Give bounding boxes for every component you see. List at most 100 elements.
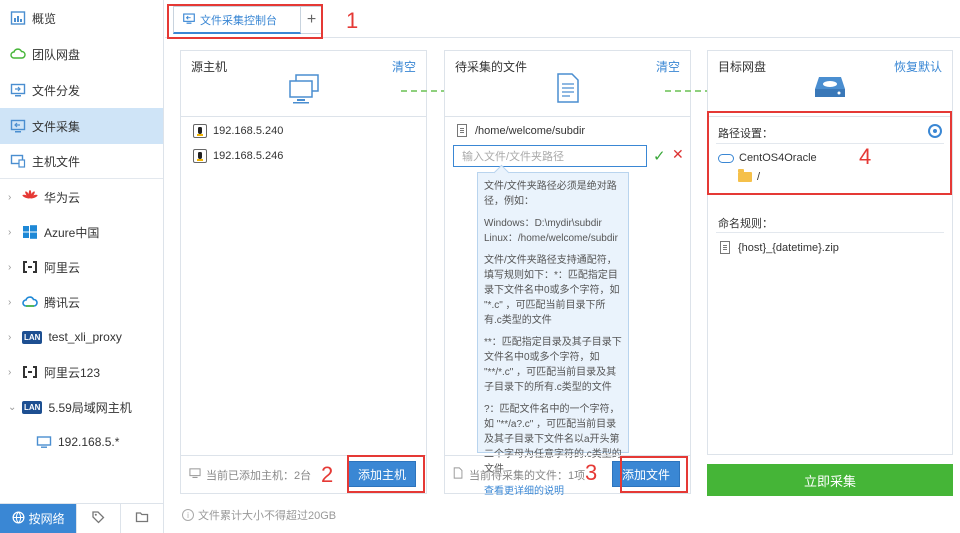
confirm-check-icon[interactable]: ✓ [653, 147, 666, 165]
tab-by-tag[interactable] [77, 504, 121, 533]
panel-title: 目标网盘 [718, 60, 767, 74]
chevron-right-icon: › [8, 226, 12, 238]
annotation-box-2 [347, 455, 425, 493]
clear-files-link[interactable]: 清空 [656, 58, 680, 75]
chevron-right-icon: › [8, 261, 12, 273]
host-ip: 192.168.5.240 [213, 125, 284, 137]
size-limit-note: i 文件累计大小不得超过20GB [182, 507, 336, 523]
chevron-right-icon: › [8, 366, 12, 378]
sidebar-item-host-group[interactable]: 192.168.5.* [0, 424, 163, 460]
sidebar-item-distribute[interactable]: 文件分发 [0, 72, 163, 108]
multi-monitor-icon [287, 73, 321, 108]
annotation-box-3 [620, 456, 688, 493]
host-row[interactable]: 192.168.5.240 [193, 124, 283, 138]
sidebar-item-label: test_xli_proxy [48, 330, 122, 344]
file-count-text: 当前待采集的文件：1项 [469, 469, 586, 482]
hard-drive-icon [814, 73, 846, 102]
panel-title: 待采集的文件 [455, 60, 528, 74]
help-text: **：匹配指定目录及其子目录下文件名中0或多个字符，如 "**/*.c" ，可匹… [484, 337, 622, 393]
tab-by-network[interactable]: 按网络 [0, 504, 78, 533]
tab-by-folder[interactable] [121, 504, 163, 533]
chevron-right-icon: › [8, 191, 12, 203]
host-files-icon [10, 153, 26, 169]
folder-icon [135, 510, 149, 527]
divider [716, 232, 944, 233]
lan-icon: LAN [22, 330, 43, 344]
help-text: 文件/文件夹路径必须是绝对路径，例如： [484, 181, 617, 207]
naming-rule-row[interactable]: {host}_{datetime}.zip [720, 241, 839, 254]
sidebar-item-aliyun[interactable]: › 阿里云 [0, 249, 163, 285]
annotation-label-1: 1 [346, 8, 359, 33]
monitor-icon [189, 467, 201, 482]
aliyun-icon [22, 259, 38, 275]
document-icon [556, 73, 580, 106]
sidebar-item-label: 腾讯云 [44, 295, 81, 310]
sidebar-item-label: 概览 [32, 11, 57, 26]
source-host-panel: 源主机 清空 192.168.5.240 192.168.5.246 当前已添加… [180, 50, 427, 494]
naming-rule-label: 命名规则： [718, 218, 773, 230]
files-panel: 待采集的文件 清空 /home/welcome/subdir 输入文件/文件夹路… [444, 50, 691, 497]
panel-title: 源主机 [191, 60, 228, 74]
panel-header: 待采集的文件 清空 [445, 51, 690, 117]
sidebar-item-collect[interactable]: 文件采集 [0, 108, 163, 144]
host-row[interactable]: 192.168.5.246 [193, 149, 283, 163]
sidebar-item-label: 5.59局域网主机 [48, 400, 132, 415]
sidebar-item-label: 阿里云 [44, 260, 81, 275]
tag-icon [91, 510, 105, 527]
chart-icon [10, 10, 26, 26]
cloud-drive-icon [10, 46, 26, 62]
help-text: Windows：D:\mydir\subdir Linux：/home/welc… [484, 218, 618, 244]
sidebar-item-label: 文件分发 [32, 83, 81, 98]
sidebar-item-azure[interactable]: › Azure中国 [0, 214, 163, 250]
sidebar-item-label: 阿里云123 [44, 365, 101, 380]
sidebar-item-label: 文件采集 [32, 119, 81, 134]
naming-rule-value: {host}_{datetime}.zip [738, 241, 839, 254]
sidebar-item-label: Azure中国 [44, 225, 100, 240]
path-help-tooltip: 文件/文件夹路径必须是绝对路径，例如： Windows：D:\mydir\sub… [477, 172, 629, 497]
annotation-label-3: 3 [585, 460, 598, 485]
collect-icon [10, 118, 26, 134]
globe-icon [12, 511, 25, 527]
monitor-icon [36, 434, 52, 450]
lan-icon: LAN [22, 400, 43, 414]
sidebar-item-huawei[interactable]: › 华为云 [0, 179, 163, 215]
restore-default-link[interactable]: 恢复默认 [894, 58, 942, 75]
host-ip: 192.168.5.246 [213, 150, 284, 162]
linux-icon [193, 124, 207, 138]
info-icon: i [182, 509, 194, 521]
sidebar-item-team-drive[interactable]: 团队网盘 [0, 36, 163, 72]
file-path-input[interactable]: 输入文件/文件夹路径 [453, 145, 647, 167]
sidebar-bottom-tabs: 按网络 [0, 503, 163, 533]
chevron-right-icon: › [8, 331, 12, 343]
panel-header: 源主机 清空 [181, 51, 426, 117]
file-row[interactable]: /home/welcome/subdir [457, 124, 585, 137]
sidebar-item-aliyun123[interactable]: › 阿里云123 [0, 354, 163, 390]
windows-icon [22, 224, 38, 240]
distribute-icon [10, 82, 26, 98]
linux-icon [193, 149, 207, 163]
host-count-text: 当前已添加主机：2台 [206, 469, 312, 482]
sidebar-item-label: 192.168.5.* [58, 435, 120, 449]
file-path: /home/welcome/subdir [475, 124, 586, 137]
tab-label: 按网络 [28, 512, 65, 526]
panel-header: 目标网盘 恢复默认 [708, 51, 952, 117]
help-text: 文件/文件夹路径支持通配符，填写规则如下：*：匹配指定目录下文件名中0或多个字符… [484, 255, 620, 326]
sidebar-item-tencent[interactable]: › 腾讯云 [0, 284, 163, 320]
sidebar-item-lan-559[interactable]: ⌄ LAN 5.59局域网主机 [0, 389, 163, 425]
chevron-down-icon: ⌄ [8, 401, 17, 413]
sidebar-item-label: 团队网盘 [32, 47, 81, 62]
annotation-label-2: 2 [321, 462, 334, 487]
file-icon [457, 124, 467, 137]
annotation-box-4 [707, 111, 952, 195]
file-add-icon [453, 467, 464, 482]
sidebar-item-test-proxy[interactable]: › LAN test_xli_proxy [0, 319, 163, 355]
sidebar-item-label: 主机文件 [32, 154, 81, 169]
sidebar-item-host-files[interactable]: 主机文件 [0, 143, 163, 179]
app-root: 概览 团队网盘 文件分发 文件采集 主机文件 › 华为云 › Azure中国 ›… [0, 0, 960, 533]
sidebar: 概览 团队网盘 文件分发 文件采集 主机文件 › 华为云 › Azure中国 ›… [0, 0, 164, 533]
clear-hosts-link[interactable]: 清空 [392, 58, 416, 75]
sidebar-item-overview[interactable]: 概览 [0, 0, 163, 36]
collect-now-button[interactable]: 立即采集 [707, 464, 953, 496]
cancel-x-icon[interactable]: ✕ [672, 146, 684, 163]
annotation-label-4: 4 [859, 144, 872, 169]
